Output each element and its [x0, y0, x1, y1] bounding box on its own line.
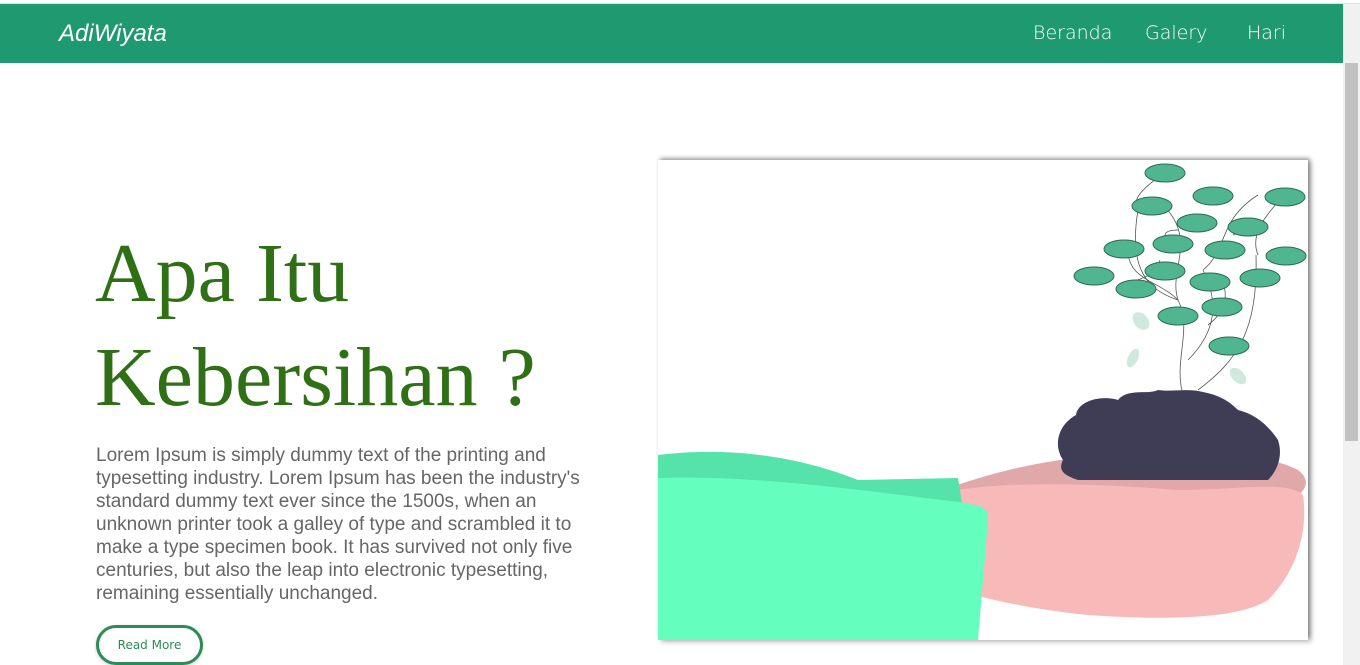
nav-links: Beranda Galery Hari — [0, 22, 1343, 52]
hero-paragraph: Lorem Ipsum is simply dummy text of the … — [96, 445, 580, 604]
soil-icon — [1057, 390, 1280, 480]
nav-link-hari[interactable]: Hari — [1247, 22, 1286, 44]
hands-holding-plant-illustration — [658, 163, 1307, 640]
read-more-button[interactable]: Read More — [96, 625, 203, 665]
hero-title: Apa Itu Kebersihan ? — [95, 222, 635, 430]
front-sleeve-icon — [658, 477, 988, 640]
leaves-icon — [1073, 163, 1307, 385]
front-hand-icon — [958, 484, 1305, 618]
navbar: AdiWiyata Beranda Galery Hari — [0, 4, 1343, 63]
hero-title-line-1: Apa Itu — [95, 227, 350, 320]
hero-title-line-2: Kebersihan ? — [95, 331, 536, 424]
nav-link-galery[interactable]: Galery — [1145, 22, 1207, 44]
scrollbar-thumb[interactable] — [1345, 63, 1358, 441]
hero-illustration — [658, 160, 1308, 640]
nav-link-beranda[interactable]: Beranda — [1033, 22, 1112, 44]
